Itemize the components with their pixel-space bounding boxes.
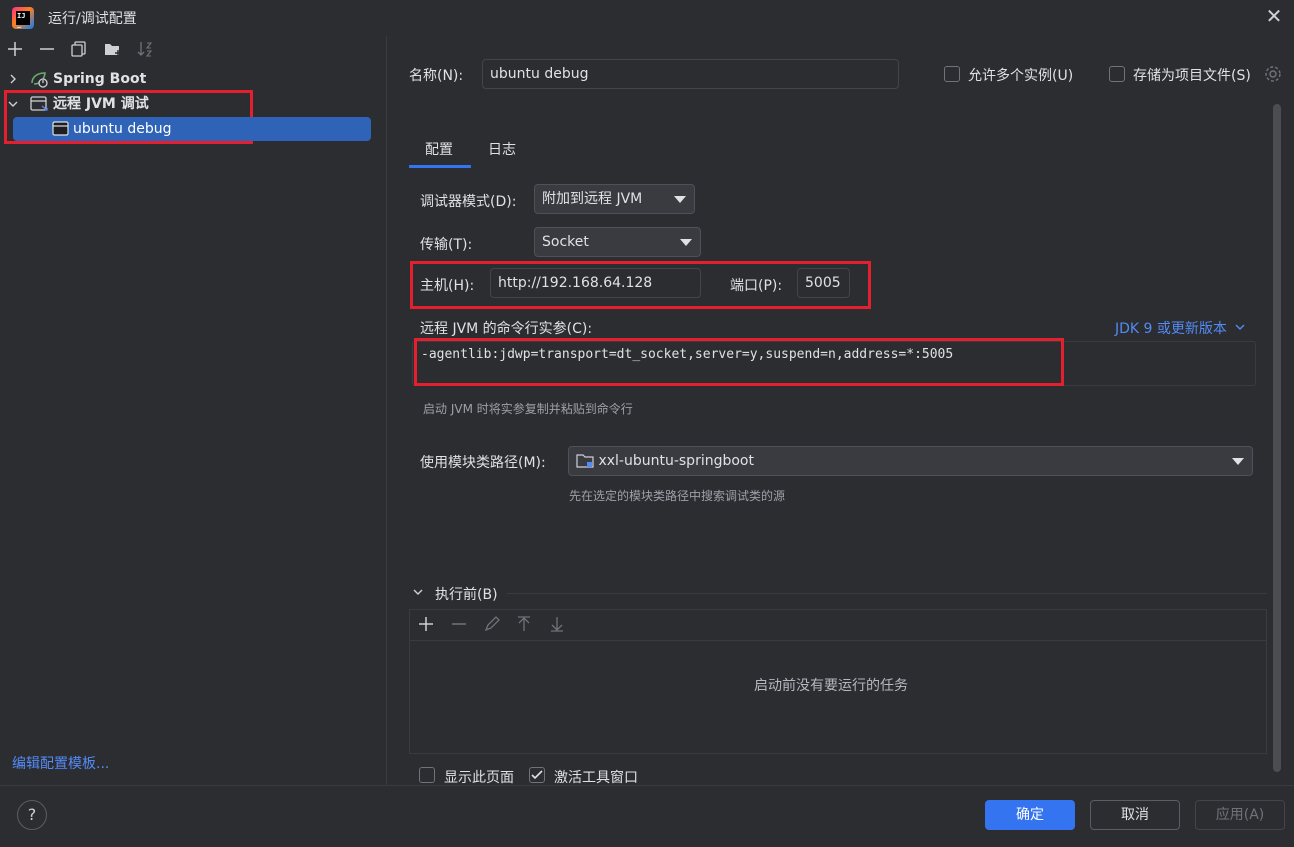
tab-config[interactable]: 配置 — [425, 139, 453, 159]
module-value: xxl-ubuntu-springboot — [598, 453, 754, 469]
left-panel — [0, 36, 387, 785]
module-folder-icon — [576, 454, 594, 468]
apply-button[interactable]: 应用(A) — [1195, 800, 1285, 830]
module-label: 使用模块类路径(M): — [420, 455, 546, 471]
ok-button[interactable]: 确定 — [985, 800, 1075, 830]
add-icon[interactable] — [4, 40, 26, 60]
intellij-app-icon: IJ _ — [12, 7, 34, 29]
before-launch-label[interactable]: 执行前(B) — [435, 584, 498, 604]
dropdown-caret-icon — [680, 239, 692, 246]
show-page-checkbox[interactable] — [419, 767, 435, 783]
allow-multiple-checkbox[interactable] — [944, 66, 960, 82]
show-page-label: 显示此页面 — [444, 770, 514, 786]
remove-icon[interactable] — [450, 615, 468, 637]
dropdown-caret-icon — [1232, 458, 1244, 465]
jdk-version-text: JDK 9 或更新版本 — [1115, 321, 1227, 337]
chevron-down-icon — [1235, 324, 1245, 330]
help-button[interactable]: ? — [17, 800, 47, 830]
spring-boot-icon — [29, 69, 51, 89]
edit-templates-link[interactable]: 编辑配置模板... — [12, 753, 109, 773]
activate-tool-label: 激活工具窗口 — [554, 770, 638, 786]
name-label: 名称(N): — [409, 68, 464, 84]
chevron-right-icon[interactable] — [6, 73, 20, 88]
highlight-box-cmdline — [414, 338, 1064, 386]
module-hint: 先在选定的模块类路径中搜索调试类的源 — [569, 489, 786, 503]
highlight-box-host — [410, 261, 871, 309]
vertical-scrollbar[interactable] — [1273, 104, 1281, 772]
jdk-version-link[interactable]: JDK 9 或更新版本 — [1115, 318, 1246, 338]
check-icon — [531, 770, 543, 780]
chevron-down-icon[interactable] — [412, 586, 426, 600]
tree-group-spring-boot[interactable]: Spring Boot — [53, 67, 146, 91]
tree-item-ubuntu-debug[interactable]: ubuntu debug — [73, 117, 171, 141]
before-launch-toolbar — [409, 609, 1267, 641]
active-tab-indicator — [409, 165, 471, 168]
dropdown-caret-icon — [674, 196, 686, 203]
edit-icon[interactable] — [483, 615, 501, 637]
debugger-mode-label: 调试器模式(D): — [420, 194, 517, 210]
section-divider — [507, 593, 1267, 594]
cmdline-hint: 启动 JVM 时将实参复制并粘贴到命令行 — [423, 402, 633, 416]
cmdline-label: 远程 JVM 的命令行实参(C): — [420, 321, 593, 337]
new-folder-icon[interactable] — [102, 40, 124, 60]
before-launch-empty: 启动前没有要运行的任务 — [754, 678, 908, 694]
remote-debug-config-icon — [52, 120, 70, 138]
gear-icon[interactable] — [1263, 64, 1283, 84]
transport-label: 传输(T): — [420, 237, 473, 253]
activate-tool-checkbox[interactable] — [529, 767, 545, 783]
title-bar — [0, 0, 1294, 36]
store-as-project-checkbox[interactable] — [1109, 66, 1125, 82]
allow-multiple-label: 允许多个实例(U) — [968, 68, 1074, 84]
sort-icon[interactable] — [134, 40, 156, 60]
add-icon[interactable] — [417, 615, 435, 637]
transport-value: Socket — [542, 234, 589, 250]
debugger-mode-select[interactable]: 附加到远程 JVM — [534, 184, 695, 214]
name-input[interactable]: ubuntu debug — [482, 59, 899, 89]
move-up-icon[interactable] — [515, 615, 533, 637]
cancel-button[interactable]: 取消 — [1090, 800, 1180, 830]
copy-icon[interactable] — [68, 40, 90, 60]
transport-select[interactable]: Socket — [534, 227, 701, 257]
window-title: 运行/调试配置 — [48, 11, 137, 27]
remove-icon[interactable] — [36, 40, 58, 60]
debugger-mode-value: 附加到远程 JVM — [542, 191, 643, 207]
tab-logs[interactable]: 日志 — [488, 139, 516, 159]
close-icon[interactable]: ✕ — [1262, 4, 1286, 28]
move-down-icon[interactable] — [548, 615, 566, 637]
store-as-project-label: 存储为项目文件(S) — [1133, 68, 1251, 84]
module-select[interactable]: xxl-ubuntu-springboot — [568, 446, 1253, 476]
